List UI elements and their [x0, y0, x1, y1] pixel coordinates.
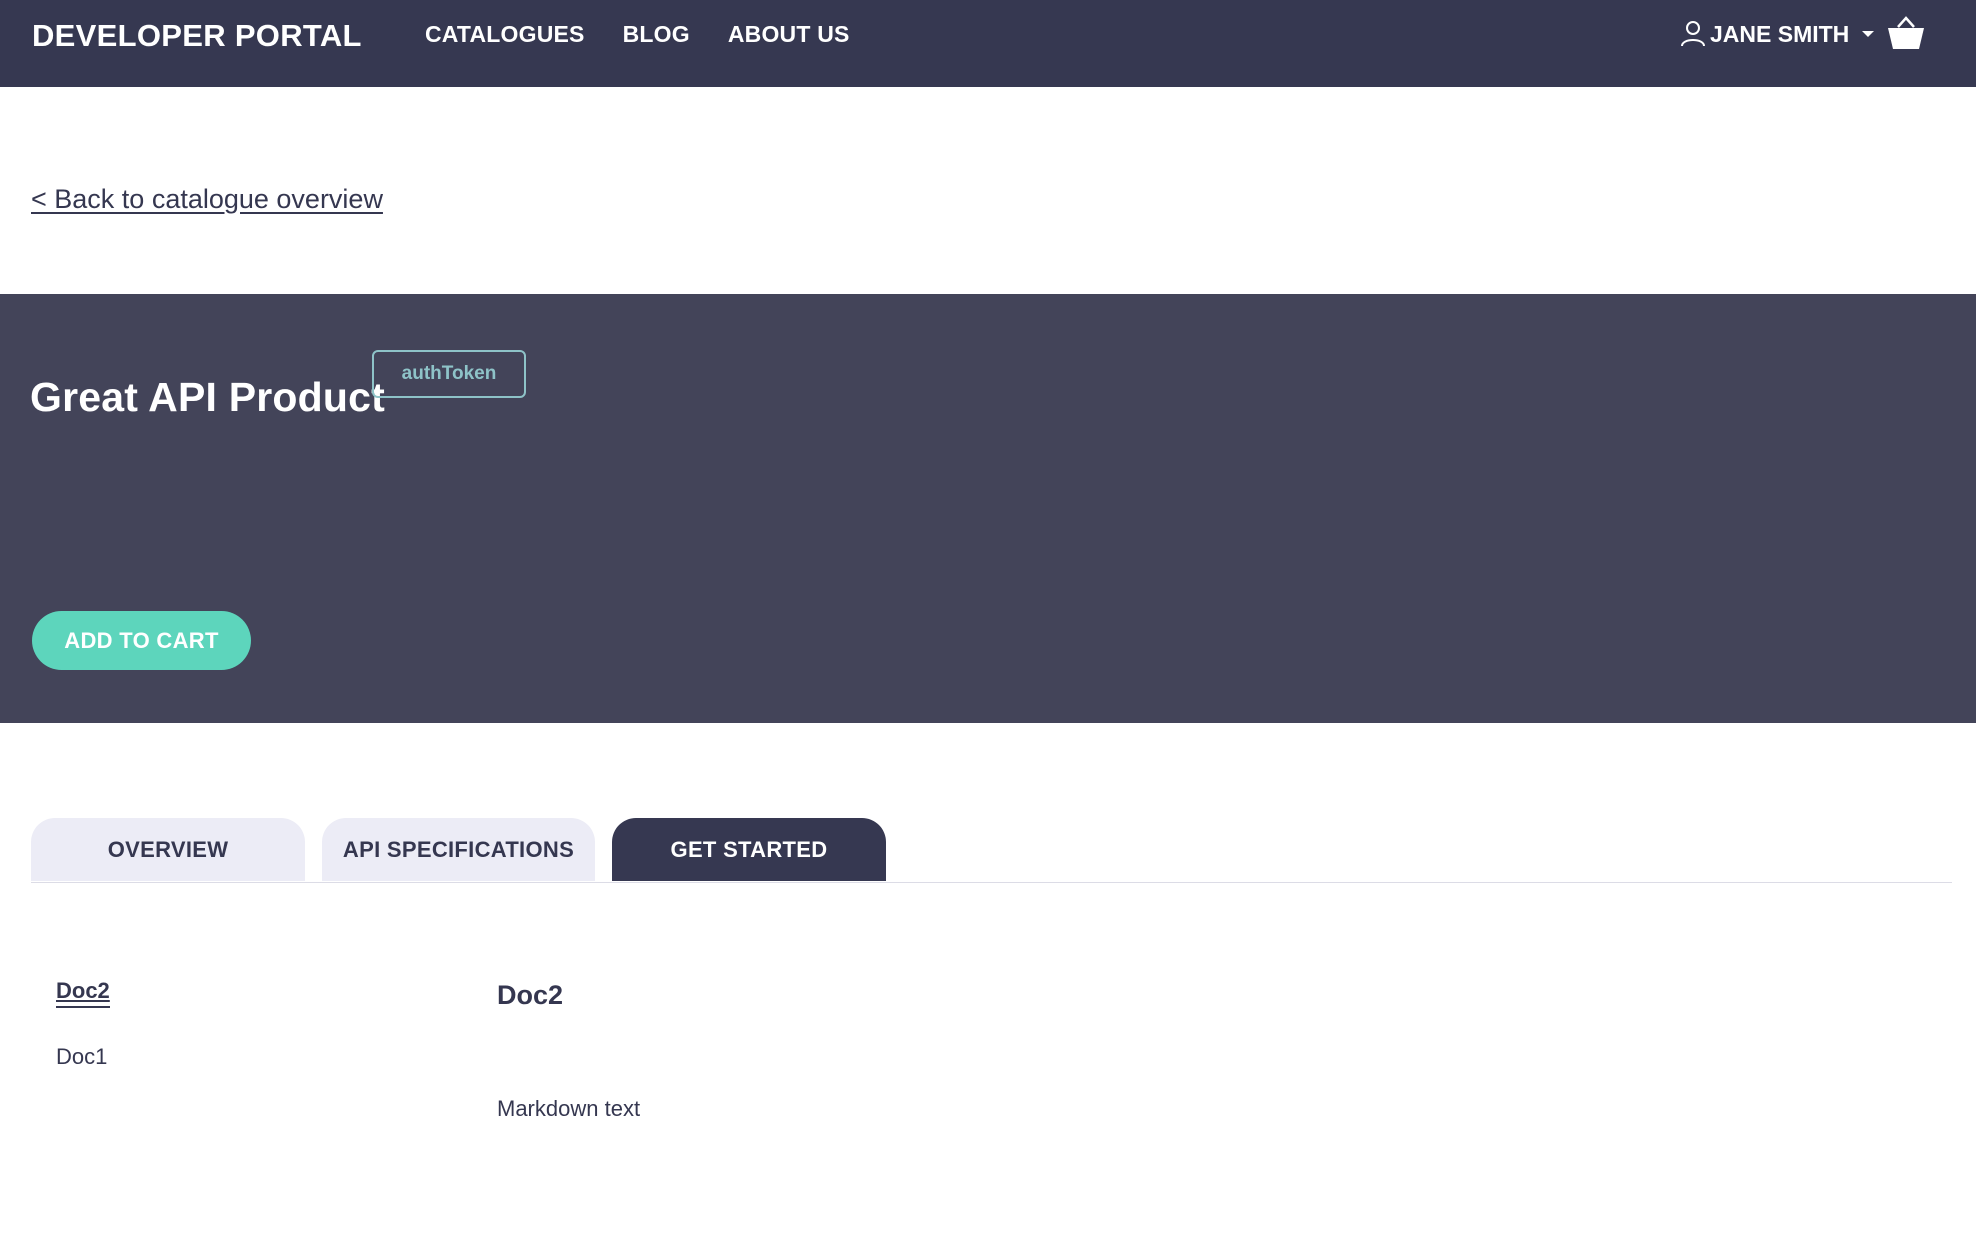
user-icon: [1680, 20, 1706, 48]
main-nav: CATALOGUES BLOG ABOUT US: [425, 21, 850, 48]
tab-overview[interactable]: OVERVIEW: [31, 818, 305, 881]
auth-type-badge: authToken: [372, 350, 526, 398]
user-name: JANE SMITH: [1710, 20, 1850, 47]
docs-sidebar: Doc2 Doc1: [56, 978, 110, 1070]
doc-body-text: Markdown text: [497, 1096, 641, 1121]
nav-blog[interactable]: BLOG: [623, 21, 690, 48]
tab-divider: [31, 882, 1952, 883]
basket-icon[interactable]: [1886, 15, 1926, 51]
tab-api-specifications[interactable]: API SPECIFICATIONS: [322, 818, 595, 881]
product-title: Great API Product: [30, 374, 386, 420]
docs-nav-doc1[interactable]: Doc1: [56, 1044, 110, 1070]
portal-brand[interactable]: DEVELOPER PORTAL: [32, 18, 362, 54]
product-hero: Great API Product authToken ADD TO CART: [0, 294, 1976, 723]
nav-about-us[interactable]: ABOUT US: [728, 21, 850, 48]
add-to-cart-button[interactable]: ADD TO CART: [32, 611, 251, 670]
chevron-down-icon: [1861, 29, 1875, 39]
top-navigation-bar: DEVELOPER PORTAL CATALOGUES BLOG ABOUT U…: [0, 0, 1976, 87]
docs-nav-doc2[interactable]: Doc2: [56, 978, 110, 1008]
nav-catalogues[interactable]: CATALOGUES: [425, 21, 585, 48]
doc-title: Doc2: [497, 980, 564, 1010]
product-tabs: OVERVIEW API SPECIFICATIONS GET STARTED: [31, 818, 886, 881]
user-menu[interactable]: JANE SMITH: [1680, 20, 1875, 48]
back-to-catalogue-link[interactable]: < Back to catalogue overview: [31, 184, 383, 215]
tab-get-started[interactable]: GET STARTED: [612, 818, 886, 881]
